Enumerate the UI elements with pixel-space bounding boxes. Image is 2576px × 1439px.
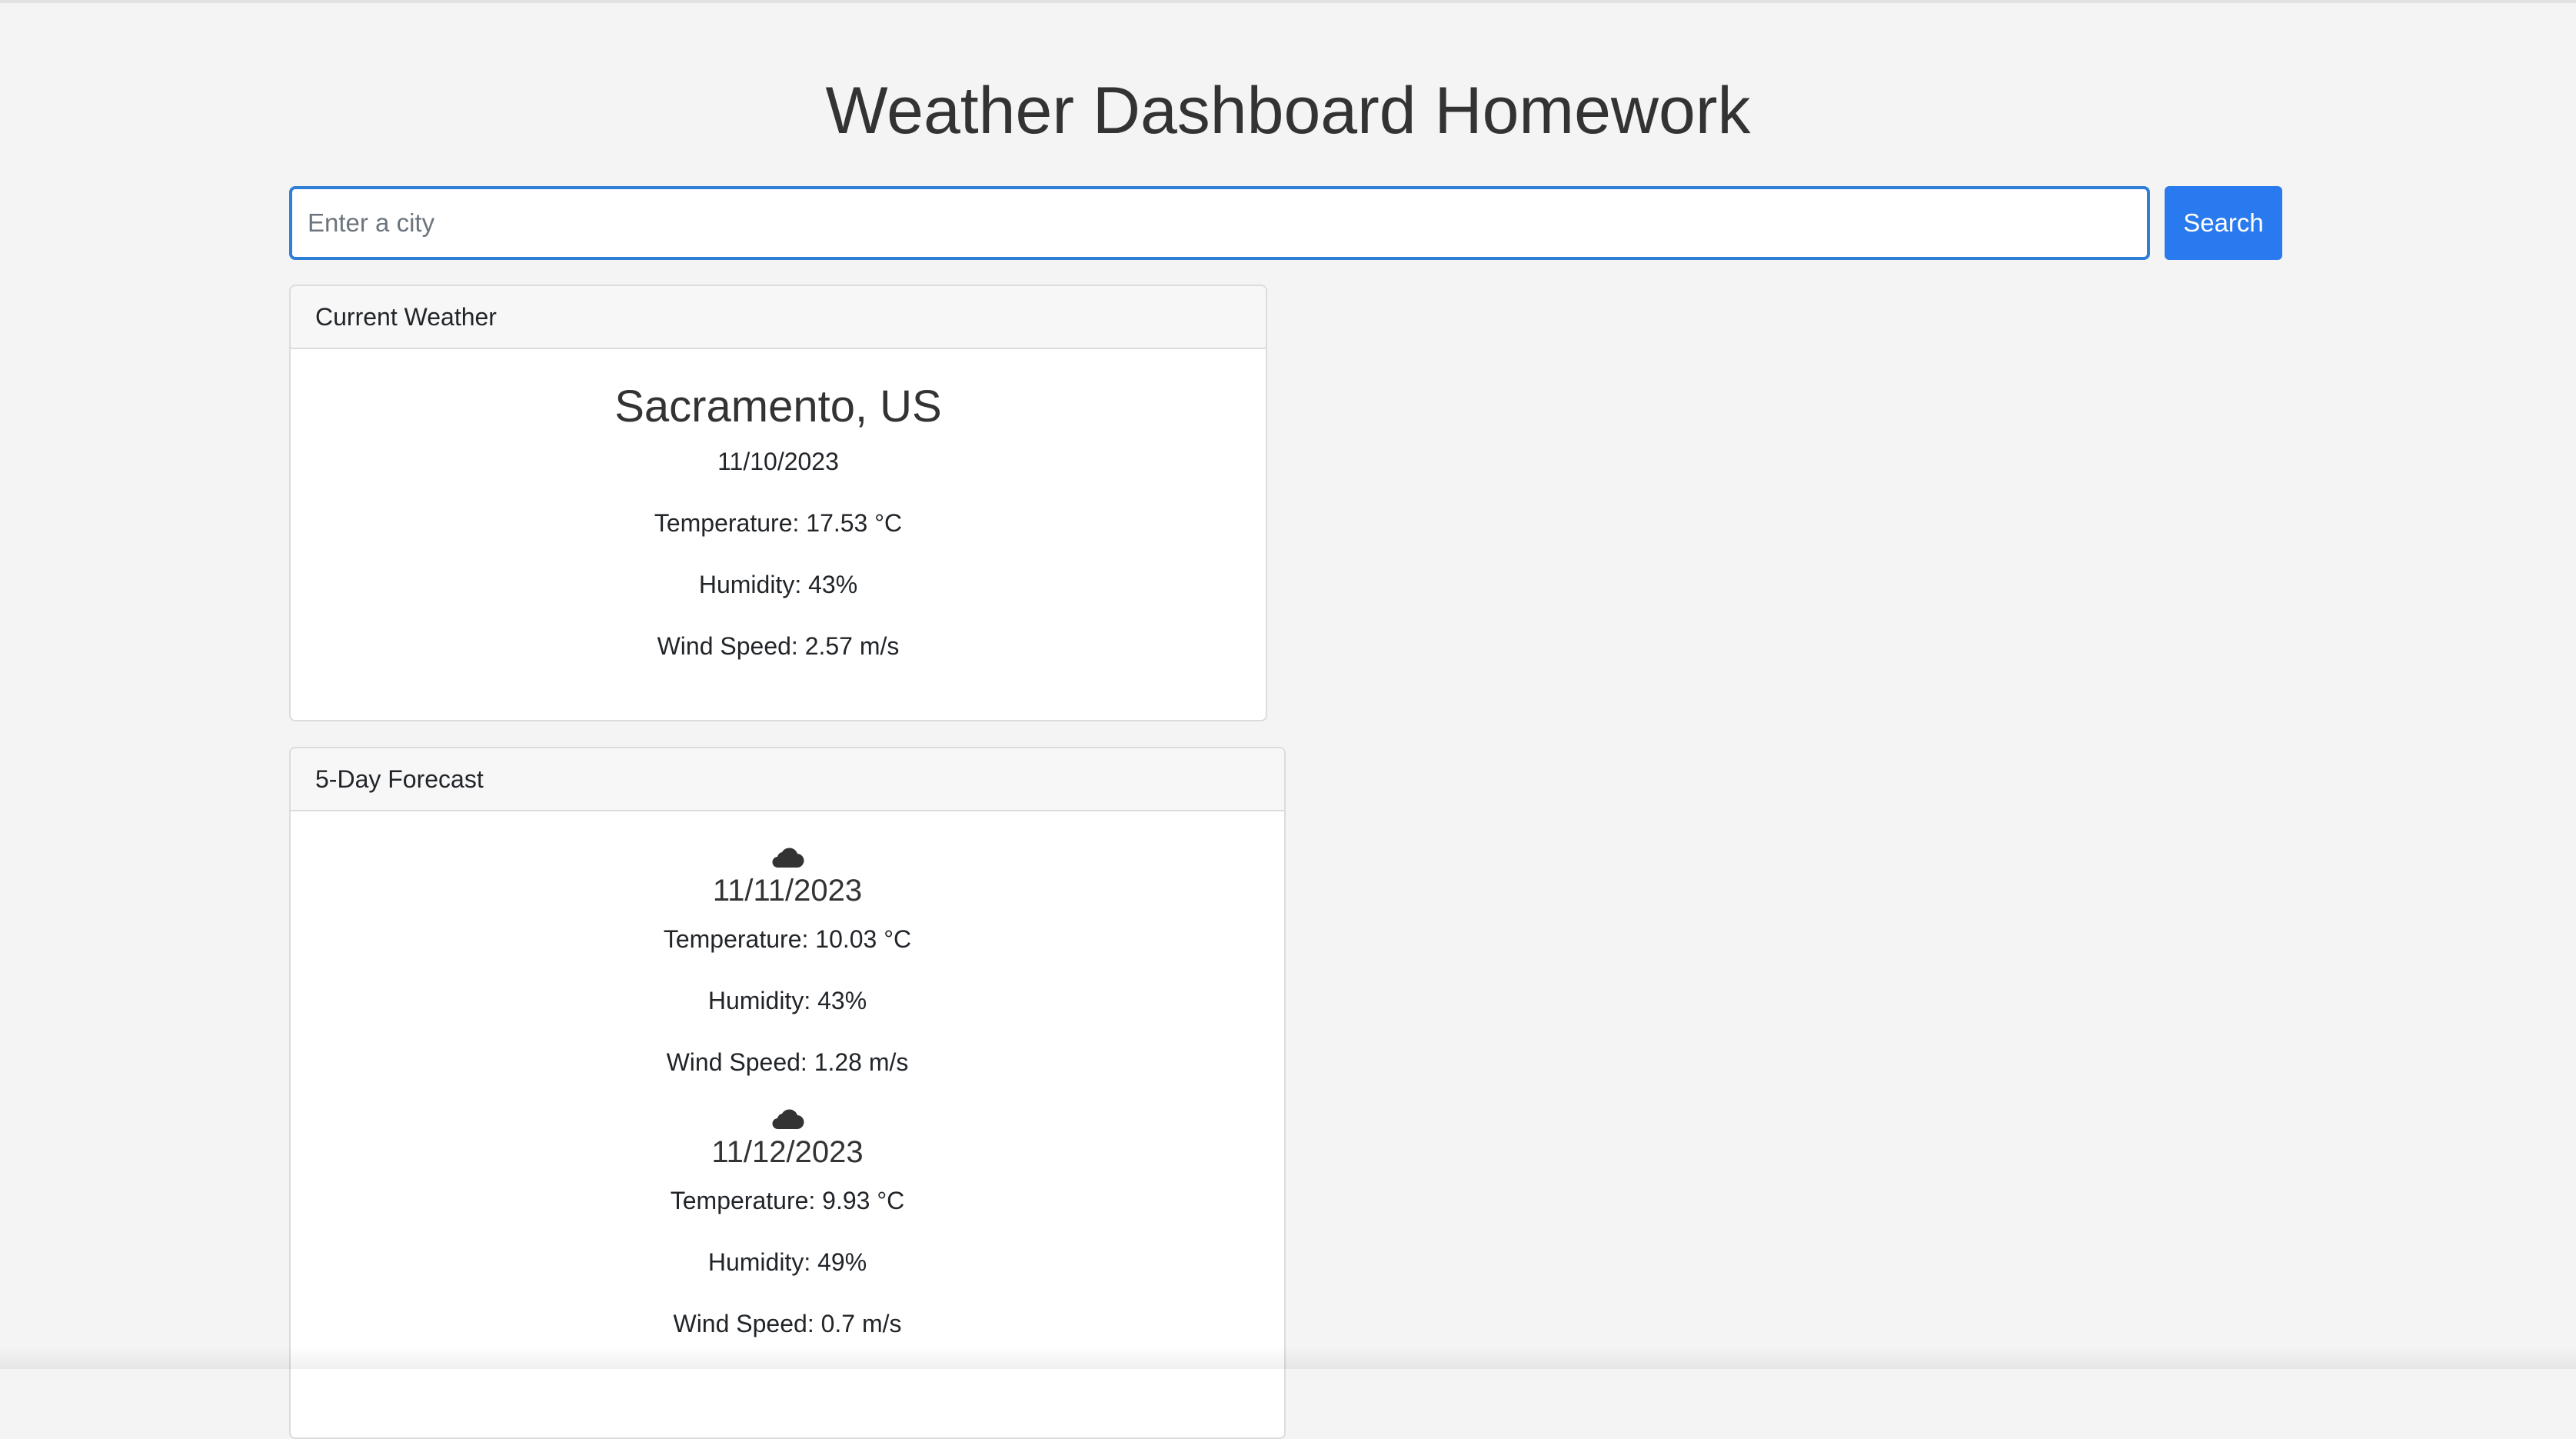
forecast-date: 11/12/2023	[711, 1135, 864, 1169]
cloud-icon	[772, 1109, 804, 1130]
forecast-day: 11/11/2023 Temperature: 10.03 °C Humidit…	[291, 847, 1284, 1078]
city-search-input[interactable]	[289, 186, 2150, 260]
current-weather-header: Current Weather	[291, 286, 1266, 349]
forecast-card: 5-Day Forecast 11/11/2023 Temperature: 1…	[289, 747, 1286, 1439]
search-bar: Search	[289, 186, 2282, 260]
forecast-date: 11/11/2023	[712, 874, 863, 908]
bottom-shadow	[0, 1346, 2576, 1369]
current-date: 11/10/2023	[717, 448, 839, 475]
forecast-humidity: Humidity: 49%	[707, 1248, 867, 1276]
forecast-wind-speed: Wind Speed: 0.7 m/s	[673, 1310, 902, 1337]
forecast-humidity: Humidity: 43%	[707, 987, 867, 1014]
forecast-temperature: Temperature: 9.93 °C	[670, 1187, 905, 1214]
current-humidity: Humidity: 43%	[698, 571, 858, 598]
current-weather-body: Sacramento, US 11/10/2023 Temperature: 1…	[291, 380, 1266, 661]
forecast-wind-speed: Wind Speed: 1.28 m/s	[666, 1048, 909, 1076]
forecast-body: 11/11/2023 Temperature: 10.03 °C Humidit…	[291, 811, 1284, 1339]
forecast-header: 5-Day Forecast	[291, 748, 1284, 811]
current-temperature: Temperature: 17.53 °C	[654, 509, 903, 537]
cloud-icon	[772, 848, 804, 868]
current-weather-card: Current Weather Sacramento, US 11/10/202…	[289, 285, 1267, 721]
current-wind-speed: Wind Speed: 2.57 m/s	[657, 632, 900, 660]
forecast-day: 11/12/2023 Temperature: 9.93 °C Humidity…	[291, 1108, 1284, 1339]
search-button[interactable]: Search	[2165, 186, 2282, 260]
page-title: Weather Dashboard Homework	[825, 74, 1751, 148]
city-name: Sacramento, US	[614, 381, 942, 431]
forecast-temperature: Temperature: 10.03 °C	[663, 925, 912, 953]
